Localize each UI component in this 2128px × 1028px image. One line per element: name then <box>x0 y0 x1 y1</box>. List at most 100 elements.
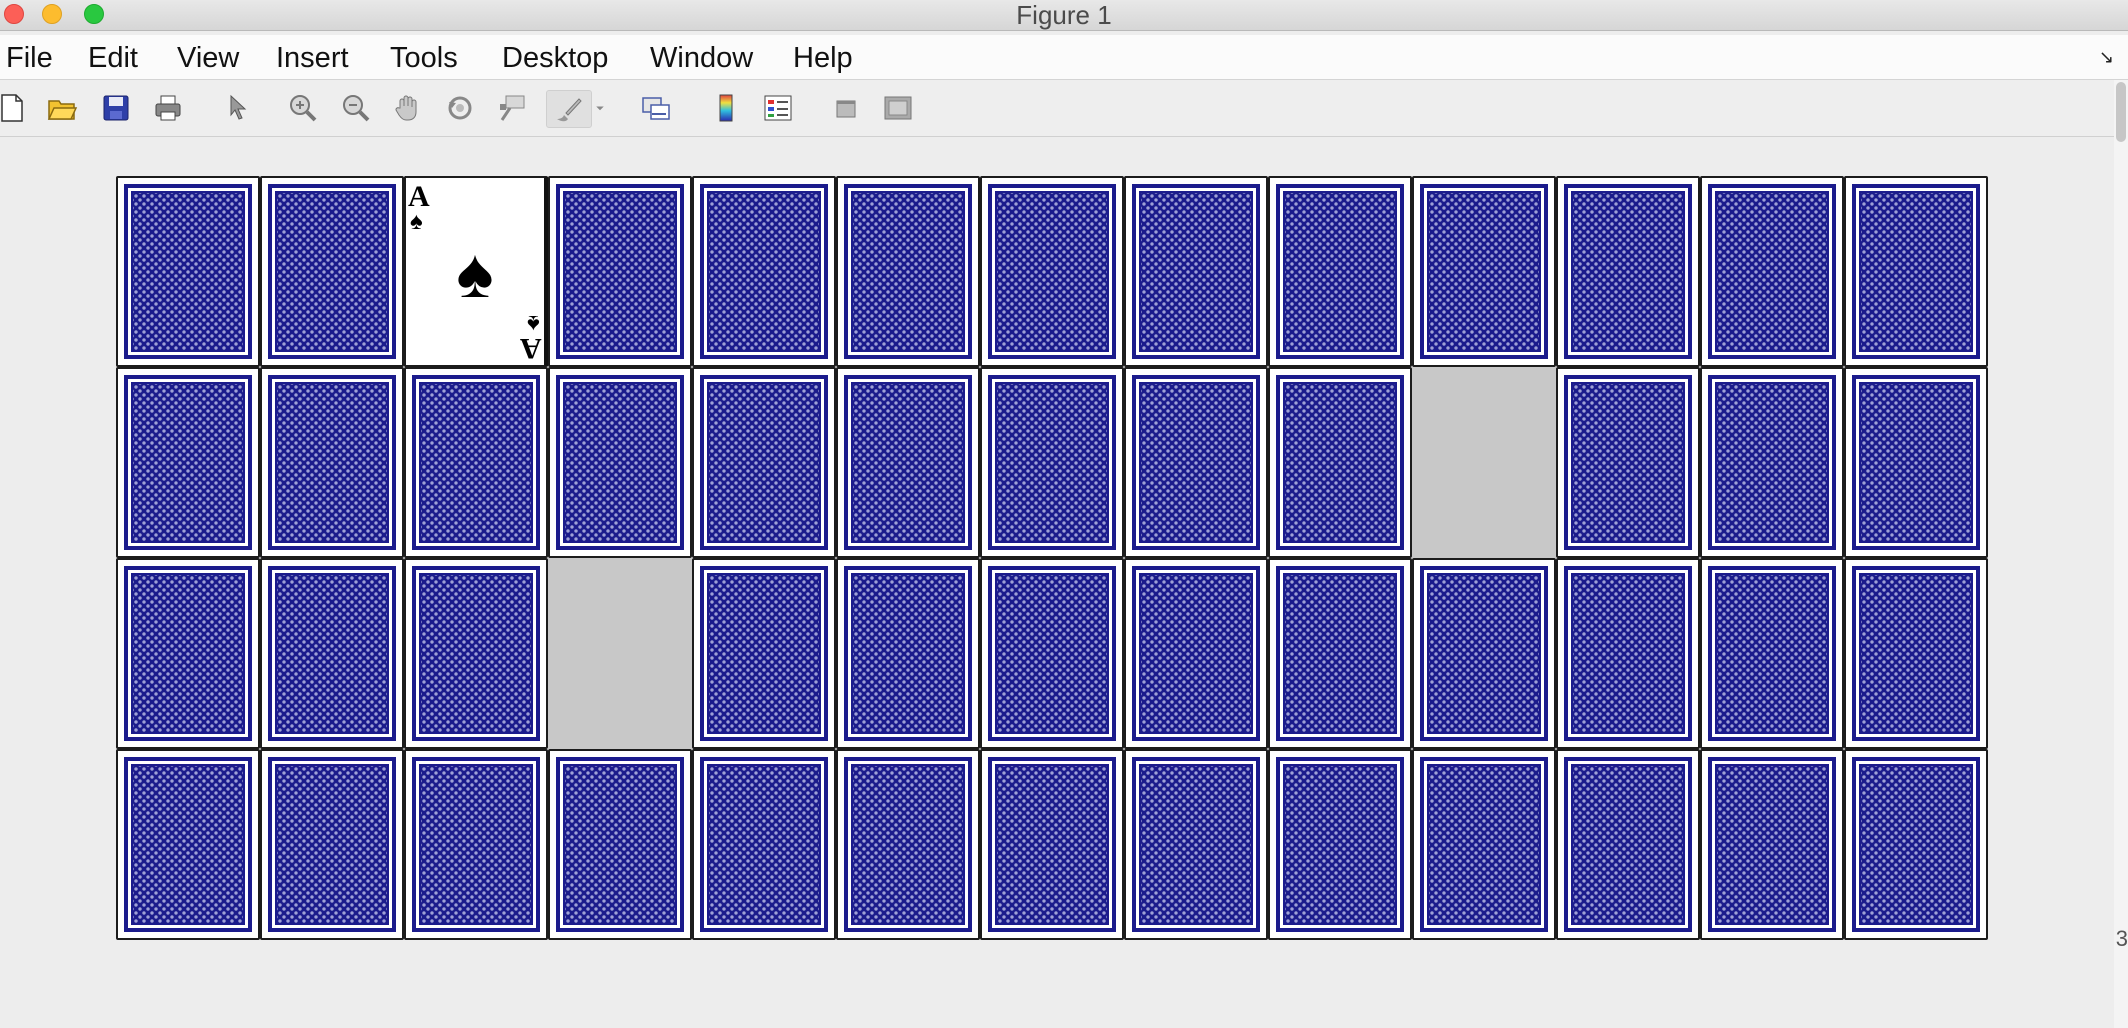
card-slot-r4-c7[interactable] <box>980 749 1124 940</box>
card-slot-r3-c10[interactable] <box>1412 558 1556 749</box>
face-up-card[interactable]: A ♠ ♠ ♠ A <box>404 176 548 367</box>
pan-hand-icon[interactable] <box>390 90 426 126</box>
card-slot-r3-c6[interactable] <box>836 558 980 749</box>
card-slot-r1-c6[interactable] <box>836 176 980 367</box>
face-down-card[interactable] <box>1412 176 1556 367</box>
card-slot-r4-c11[interactable] <box>1556 749 1700 940</box>
face-down-card[interactable] <box>692 558 836 749</box>
card-slot-r1-c2[interactable] <box>260 176 404 367</box>
card-slot-r4-c12[interactable] <box>1700 749 1844 940</box>
card-slot-r1-c4[interactable] <box>548 176 692 367</box>
card-slot-r4-c8[interactable] <box>1124 749 1268 940</box>
card-slot-r2-c1[interactable] <box>116 367 260 558</box>
face-down-card[interactable] <box>1700 749 1844 940</box>
face-down-card[interactable] <box>1844 558 1988 749</box>
card-slot-r1-c11[interactable] <box>1556 176 1700 367</box>
card-slot-r2-c9[interactable] <box>1268 367 1412 558</box>
card-slot-r3-c7[interactable] <box>980 558 1124 749</box>
face-down-card[interactable] <box>548 176 692 367</box>
face-down-card[interactable] <box>1556 367 1700 558</box>
face-down-card[interactable] <box>692 367 836 558</box>
face-down-card[interactable] <box>1556 558 1700 749</box>
face-down-card[interactable] <box>1844 176 1988 367</box>
card-slot-r2-c8[interactable] <box>1124 367 1268 558</box>
face-down-card[interactable] <box>836 176 980 367</box>
face-down-card[interactable] <box>548 749 692 940</box>
face-down-card[interactable] <box>1412 558 1556 749</box>
card-slot-r2-c12[interactable] <box>1700 367 1844 558</box>
face-down-card[interactable] <box>1556 749 1700 940</box>
card-slot-r2-c11[interactable] <box>1556 367 1700 558</box>
face-down-card[interactable] <box>116 558 260 749</box>
face-down-card[interactable] <box>1124 558 1268 749</box>
vertical-scrollbar[interactable] <box>2114 80 2128 1028</box>
card-slot-r3-c5[interactable] <box>692 558 836 749</box>
card-slot-r4-c5[interactable] <box>692 749 836 940</box>
face-down-card[interactable] <box>404 558 548 749</box>
card-slot-r3-c13[interactable] <box>1844 558 1988 749</box>
face-down-card[interactable] <box>1268 367 1412 558</box>
card-slot-r1-c9[interactable] <box>1268 176 1412 367</box>
insert-colorbar-icon[interactable] <box>708 90 744 126</box>
dock-figure-icon[interactable]: ↘ <box>2099 47 2114 68</box>
card-slot-r3-c9[interactable] <box>1268 558 1412 749</box>
edit-plot-arrow-icon[interactable] <box>220 90 256 126</box>
card-slot-r3-c3[interactable] <box>404 558 548 749</box>
scrollbar-thumb[interactable] <box>2116 82 2126 142</box>
card-slot-r3-c8[interactable] <box>1124 558 1268 749</box>
zoom-out-icon[interactable] <box>338 90 374 126</box>
new-figure-icon[interactable] <box>0 90 30 126</box>
menu-insert[interactable]: Insert <box>276 41 349 75</box>
menu-tools[interactable]: Tools <box>390 41 458 75</box>
face-down-card[interactable] <box>548 367 692 558</box>
save-icon[interactable] <box>98 90 134 126</box>
print-icon[interactable] <box>150 90 186 126</box>
brush-dropdown-icon[interactable] <box>590 90 610 126</box>
card-slot-r1-c7[interactable] <box>980 176 1124 367</box>
card-slot-r4-c1[interactable] <box>116 749 260 940</box>
card-slot-r2-c7[interactable] <box>980 367 1124 558</box>
menu-help[interactable]: Help <box>793 41 853 75</box>
face-down-card[interactable] <box>1268 176 1412 367</box>
face-down-card[interactable] <box>836 367 980 558</box>
card-slot-r4-c9[interactable] <box>1268 749 1412 940</box>
face-down-card[interactable] <box>116 749 260 940</box>
card-slot-r4-c2[interactable] <box>260 749 404 940</box>
card-slot-r4-c10[interactable] <box>1412 749 1556 940</box>
data-cursor-icon[interactable] <box>494 90 530 126</box>
card-slot-r2-c6[interactable] <box>836 367 980 558</box>
face-down-card[interactable] <box>692 176 836 367</box>
card-slot-r1-c3[interactable]: A ♠ ♠ ♠ A <box>404 176 548 367</box>
card-slot-r4-c6[interactable] <box>836 749 980 940</box>
show-plot-tools-icon[interactable] <box>880 90 916 126</box>
face-down-card[interactable] <box>1124 176 1268 367</box>
open-file-icon[interactable] <box>44 90 80 126</box>
card-slot-r4-c4[interactable] <box>548 749 692 940</box>
card-slot-r1-c13[interactable] <box>1844 176 1988 367</box>
menu-window[interactable]: Window <box>650 41 753 75</box>
card-slot-r1-c5[interactable] <box>692 176 836 367</box>
menu-file[interactable]: File <box>6 41 53 75</box>
card-slot-r2-c4[interactable] <box>548 367 692 558</box>
card-slot-r3-c11[interactable] <box>1556 558 1700 749</box>
face-down-card[interactable] <box>116 176 260 367</box>
face-down-card[interactable] <box>836 749 980 940</box>
card-slot-r2-c13[interactable] <box>1844 367 1988 558</box>
card-slot-r1-c1[interactable] <box>116 176 260 367</box>
card-slot-r3-c1[interactable] <box>116 558 260 749</box>
face-down-card[interactable] <box>1556 176 1700 367</box>
face-down-card[interactable] <box>980 749 1124 940</box>
brush-icon[interactable] <box>546 90 592 128</box>
hide-plot-tools-icon[interactable] <box>828 90 864 126</box>
card-slot-r4-c3[interactable] <box>404 749 548 940</box>
face-down-card[interactable] <box>1412 749 1556 940</box>
face-down-card[interactable] <box>260 749 404 940</box>
face-down-card[interactable] <box>1844 367 1988 558</box>
rotate-3d-icon[interactable] <box>442 90 478 126</box>
card-slot-r2-c2[interactable] <box>260 367 404 558</box>
face-down-card[interactable] <box>1700 367 1844 558</box>
face-down-card[interactable] <box>404 749 548 940</box>
insert-legend-icon[interactable] <box>760 90 796 126</box>
face-down-card[interactable] <box>1700 558 1844 749</box>
card-slot-r2-c5[interactable] <box>692 367 836 558</box>
